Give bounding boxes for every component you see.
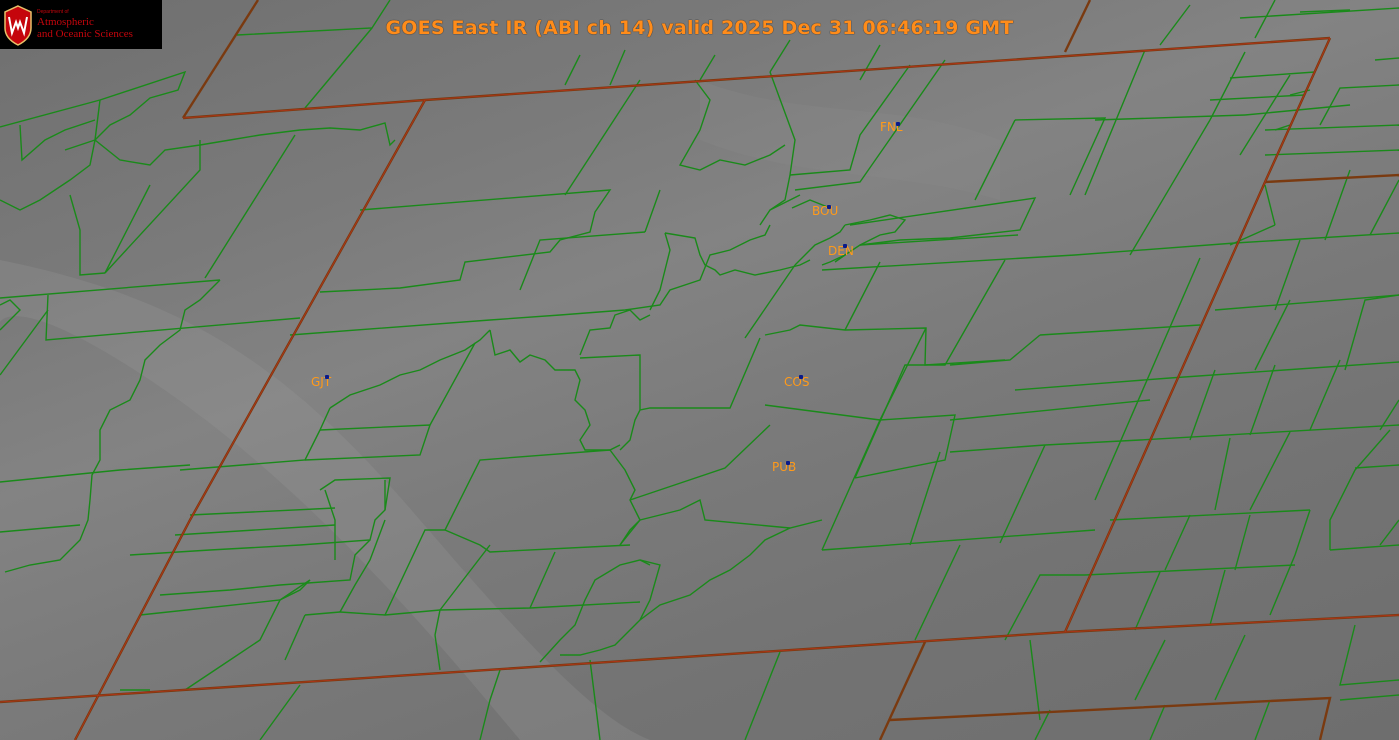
- boundary-map: [0, 0, 1399, 740]
- satellite-image: Department of Atmospheric and Oceanic Sc…: [0, 0, 1399, 740]
- station-den: DEN: [828, 244, 854, 258]
- logo-dept: Department of: [37, 9, 69, 15]
- station-marker-icon: [896, 122, 900, 126]
- station-pub: PUB: [772, 460, 796, 474]
- station-label: PUB: [772, 460, 797, 474]
- station-bou: BOU: [812, 204, 838, 218]
- station-marker-icon: [843, 244, 847, 248]
- station-marker-icon: [799, 375, 803, 379]
- cloud-texture: [0, 80, 1000, 740]
- station-cos: COS: [784, 375, 809, 389]
- station-label: COS: [784, 375, 810, 389]
- station-marker-icon: [325, 375, 329, 379]
- station-marker-icon: [786, 461, 790, 465]
- image-title: GOES East IR (ABI ch 14) valid 2025 Dec …: [385, 17, 1014, 39]
- station-marker-icon: [827, 205, 831, 209]
- station-label: BOU: [812, 204, 839, 218]
- station-gjt: GJT: [311, 375, 331, 389]
- station-label: DEN: [828, 244, 854, 258]
- station-fnl: FNL: [880, 120, 903, 134]
